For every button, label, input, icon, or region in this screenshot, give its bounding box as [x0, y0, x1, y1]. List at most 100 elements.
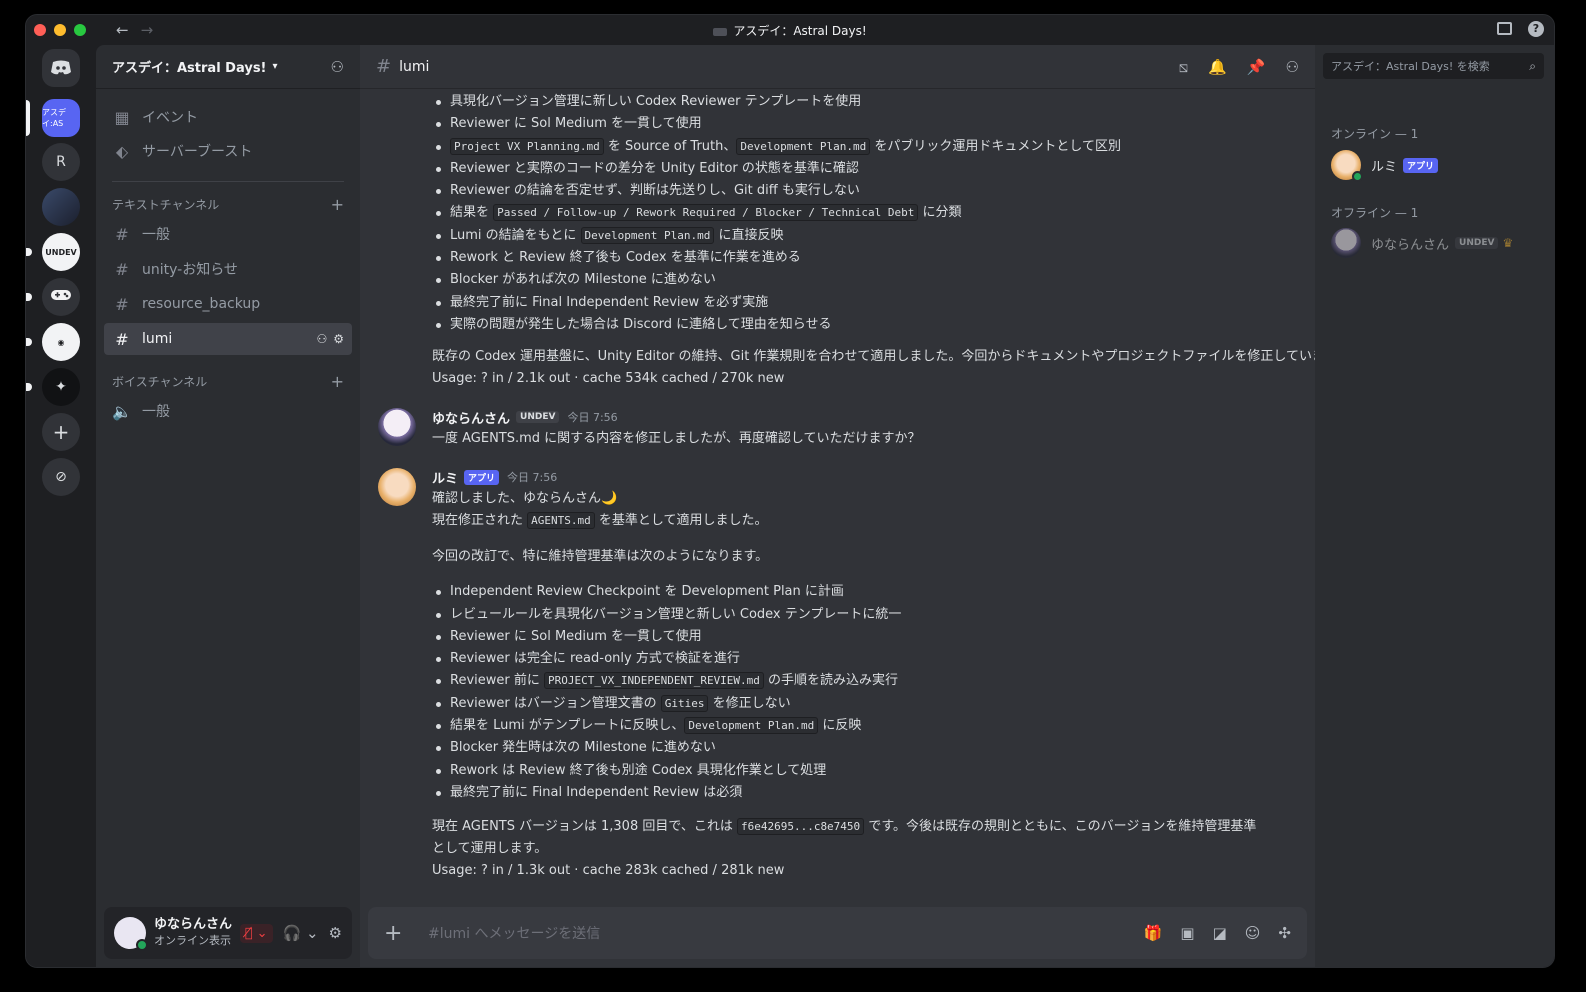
events-item[interactable]: ▦ イベント: [104, 101, 352, 133]
server-boost-item[interactable]: ⬖ サーバーブースト: [104, 135, 352, 167]
timestamp: 今日 7:56: [567, 411, 618, 425]
server-r[interactable]: R: [42, 143, 80, 181]
gift-icon[interactable]: 🎁: [1144, 924, 1163, 942]
list-item: レビュールールを具現化バージョン管理と新しい Codex テンプレートに統一: [432, 604, 1295, 626]
add-server-button[interactable]: +: [42, 413, 80, 451]
minimize-window-button[interactable]: [54, 24, 66, 36]
title-bar: ← → アスデイ：Astral Days! ?: [26, 15, 1554, 45]
channel-title: lumi: [399, 58, 430, 75]
zoom-window-button[interactable]: [74, 24, 86, 36]
server-astral-days[interactable]: アスデイ:AS: [26, 99, 80, 137]
window-controls: [34, 24, 86, 36]
close-window-button[interactable]: [34, 24, 46, 36]
usage-line: Usage: ? in / 1.3k out · cache 283k cach…: [432, 863, 785, 879]
server-label: ✦: [55, 379, 67, 395]
list-item: Reviewer と実際のコードの差分を Unity Editor の状態を基準…: [432, 158, 1295, 180]
plus-icon: +: [52, 420, 70, 444]
threads-icon[interactable]: ⧅: [1179, 58, 1189, 76]
server-unity[interactable]: ✦: [26, 368, 80, 406]
server-gamepad[interactable]: [26, 278, 80, 316]
avatar[interactable]: [114, 917, 148, 951]
forward-arrow-icon[interactable]: →: [141, 21, 154, 39]
invite-icon[interactable]: ⚇: [316, 332, 327, 346]
help-icon[interactable]: ?: [1528, 21, 1544, 37]
sticker-icon[interactable]: ◪: [1213, 924, 1227, 942]
message-composer: + #lumi へメッセージを送信 🎁 ▣ ◪ ☺ ✣: [368, 907, 1307, 959]
unread-indicator: [26, 248, 32, 256]
channel-general[interactable]: # 一般: [104, 218, 352, 250]
channel-lumi[interactable]: # lumi ⚇ ⚙: [104, 323, 352, 355]
text-channel-icon: #: [115, 259, 129, 279]
list-item: Reviewer はバージョン管理文書の Gities を修正しない: [432, 693, 1295, 715]
compass-icon: ⊘: [55, 469, 67, 485]
window-title: アスデイ：Astral Days!: [26, 22, 1554, 39]
server-avatar[interactable]: [42, 188, 80, 226]
inbox-icon[interactable]: [1497, 22, 1512, 35]
unread-indicator: [26, 383, 32, 391]
create-channel-icon[interactable]: +: [331, 195, 344, 214]
pin-icon[interactable]: 📌: [1247, 58, 1266, 76]
message-input[interactable]: #lumi へメッセージを送信: [428, 923, 600, 943]
user-info[interactable]: ゆならんさん オンライン表示: [154, 917, 232, 949]
back-arrow-icon[interactable]: ←: [116, 21, 129, 39]
server-orbit[interactable]: ◉: [26, 323, 80, 361]
invite-people-icon[interactable]: ⚇: [331, 58, 344, 76]
server-label: R: [56, 154, 66, 170]
guild-header[interactable]: アスデイ：Astral Days! ▾ ⚇: [96, 45, 360, 89]
channel-unity-announcements[interactable]: # unity-お知らせ: [104, 253, 352, 285]
channel-resource-backup[interactable]: # resource_backup: [104, 288, 352, 320]
discover-button[interactable]: ⊘: [42, 458, 80, 496]
message-header: ゆならんさん UNDEV 今日 7:56: [432, 406, 1295, 428]
server-mini-icon: [713, 27, 728, 36]
channel-label: resource_backup: [142, 296, 261, 312]
selected-server-indicator: [26, 100, 30, 136]
avatar: [1331, 228, 1361, 258]
gear-icon[interactable]: ⚙: [333, 332, 344, 346]
member-list-icon[interactable]: ⚇: [1286, 58, 1299, 76]
list-item: 結果を Passed / Follow-up / Rework Required…: [432, 202, 1295, 224]
author-name[interactable]: ゆならんさん: [432, 408, 510, 427]
list-item: Lumi の結論をもとに Development Plan.md に直接反映: [432, 225, 1295, 247]
attach-plus-icon[interactable]: +: [384, 921, 408, 946]
avatar[interactable]: [378, 408, 416, 447]
username: ゆならんさん: [154, 917, 233, 932]
chat-area: # lumi ⧅ 🔔 📌 ⚇ 具現化バージョン管理に新しい Codex Revi…: [360, 45, 1315, 967]
gif-icon[interactable]: ▣: [1180, 924, 1194, 942]
list-item: Reviewer に Sol Medium を一貫して使用: [432, 626, 1295, 648]
list-item: Rework は Review 終了後も別途 Codex 具現化作業として処理: [432, 760, 1295, 782]
channel-label: 一般: [142, 227, 170, 243]
list-item: Reviewer の結論を否定せず、判断は先送りし、Git diff も実行しな…: [432, 180, 1295, 202]
member-name: ゆならんさん: [1371, 237, 1450, 253]
voice-controls: 🎙̸ ⌄ 🎧 ⌄ ⚙: [239, 923, 342, 943]
user-settings-gear-icon[interactable]: ⚙: [329, 924, 342, 942]
discord-home-icon[interactable]: [42, 49, 80, 87]
guild-tag-badge[interactable]: UNDEV: [516, 411, 560, 424]
avatar[interactable]: [378, 468, 416, 507]
mute-mic-button[interactable]: 🎙̸ ⌄: [239, 923, 273, 943]
guild-tag-badge: UNDEV: [1455, 237, 1499, 249]
message-yunaran: ゆならんさん UNDEV 今日 7:56 一度 AGENTS.md に関する内容…: [378, 406, 1295, 450]
user-panel: ゆならんさん オンライン表示 🎙̸ ⌄ 🎧 ⌄ ⚙: [104, 907, 352, 959]
voice-channels-category[interactable]: ボイスチャンネル +: [104, 369, 352, 393]
search-input[interactable]: アスデイ：Astral Days! を検索 ⌕: [1323, 53, 1544, 79]
member-lumi[interactable]: ルミ アプリ: [1331, 147, 1544, 183]
notification-bell-icon[interactable]: 🔔: [1208, 58, 1227, 76]
emoji-icon[interactable]: ☺: [1245, 924, 1261, 942]
server-undev[interactable]: UNDEV: [26, 233, 80, 271]
text-channels-category[interactable]: テキストチャンネル +: [104, 192, 352, 216]
item-label: サーバーブースト: [142, 144, 253, 160]
create-channel-icon[interactable]: +: [331, 372, 344, 391]
app-badge: アプリ: [464, 469, 500, 485]
unread-indicator: [26, 293, 32, 301]
author-name[interactable]: ルミ: [432, 468, 458, 487]
member-yunaran[interactable]: ゆならんさん UNDEV ♛: [1331, 225, 1544, 261]
message-text: 現在修正された AGENTS.md を基準として適用しました。: [432, 512, 768, 530]
apps-icon[interactable]: ✣: [1278, 924, 1291, 942]
headphones-icon[interactable]: 🎧 ⌄: [283, 924, 319, 942]
calendar-icon: ▦: [114, 107, 130, 127]
crown-icon: ♛: [1502, 236, 1514, 250]
avatar: [1331, 150, 1363, 182]
voice-channel-general[interactable]: 🔈 一般: [104, 395, 352, 427]
usage-line: Usage: ? in / 2.1k out · cache 534k cach…: [432, 371, 785, 387]
message-lumi: ルミ アプリ 今日 7:56 確認しました、ゆならんさん🌙 現在修正された AG…: [378, 466, 1295, 882]
